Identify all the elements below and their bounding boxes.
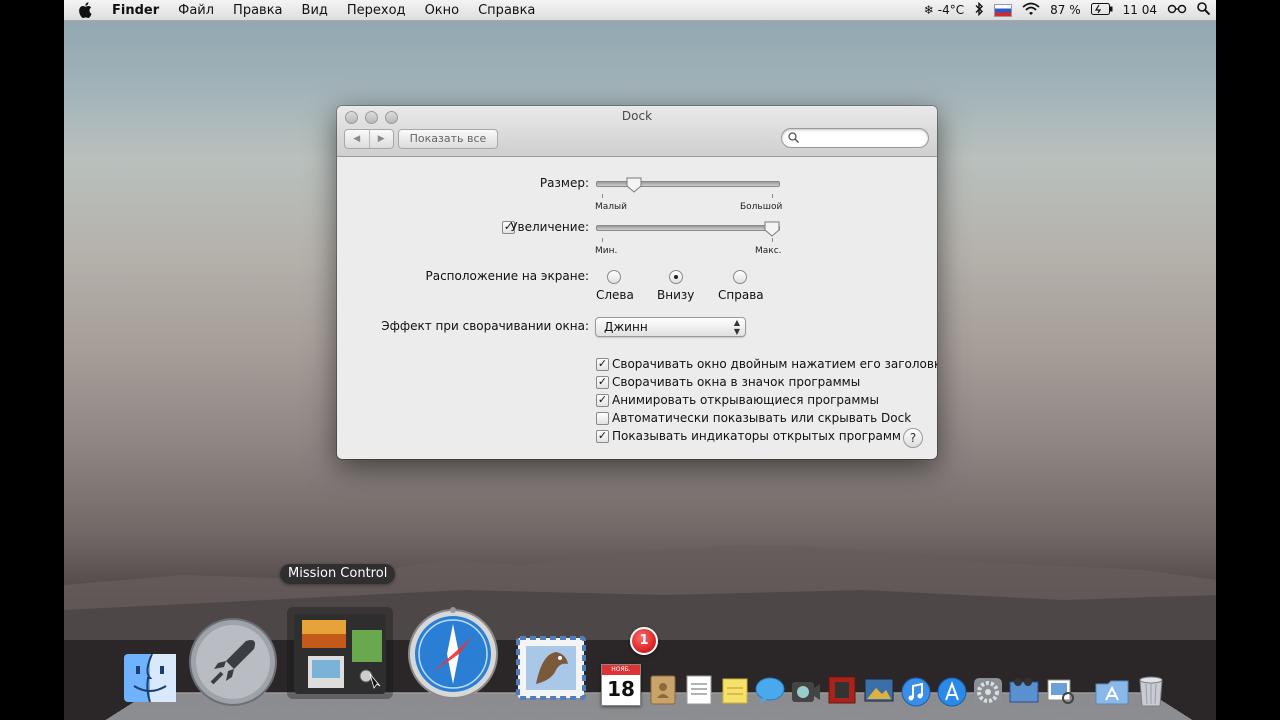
weather-status[interactable]: ❄ -4°C [924,3,964,17]
magnification-label: Увеличение: [510,220,589,234]
calendar-icon[interactable]: НОЯБ. 18 [601,664,641,706]
size-min-label: Малый [595,202,627,212]
size-tick-max [772,194,773,198]
menu-bar: Finder Файл Правка Вид Переход Окно Спра… [64,0,1216,21]
size-max-label: Большой [740,202,783,212]
imovie-icon[interactable] [1008,676,1040,706]
show-all-button[interactable]: Показать все [398,129,498,149]
updown-arrows-icon: ▲ ▼ [733,318,740,336]
search-input[interactable] [802,130,924,146]
calendar-day: 18 [607,677,635,701]
status-area: ❄ -4°C 87 % 11 04 [924,0,1211,20]
size-slider-track[interactable] [596,181,780,187]
help-button[interactable]: ? [903,428,923,448]
user-switch-icon[interactable] [1167,3,1187,18]
magnification-slider-track[interactable] [596,225,780,231]
bluetooth-icon[interactable] [974,1,984,19]
checkbox-double-click-minimize[interactable]: ✓ [596,358,609,371]
checkbox-label-animate-opening: Анимировать открывающиеся программы [612,393,879,407]
magnification-tick-max [772,238,773,242]
position-right-label: Справа [718,288,764,302]
app-store-icon[interactable] [936,676,968,708]
minimize-effect-label: Эффект при сворачивании окна: [381,319,589,333]
position-left-label: Слева [596,288,634,302]
dock-settings-pane: Размер: Малый Большой ✓ Увеличение: Мин.… [337,157,937,459]
forward-arrow-icon[interactable]: ▶ [370,130,394,148]
mission-control-icon[interactable] [294,614,386,694]
mail-unread-badge: 1 [630,627,658,655]
minimize-effect-value: Джинн [604,320,648,334]
search-icon [788,132,799,143]
trash-icon[interactable] [1136,674,1166,708]
dock-tooltip: Mission Control [280,564,396,584]
checkbox-minimize-into-icon[interactable]: ✓ [596,376,609,389]
dock-preferences-window: Dock ◀ ▶ Показать все Размер: Малый Боль… [337,106,937,459]
menu-view[interactable]: Вид [302,3,328,18]
clock[interactable]: 11 04 [1123,3,1157,17]
position-bottom-label: Внизу [657,288,695,302]
window-title: Dock [621,109,653,123]
position-left-radio[interactable] [607,270,621,284]
iphoto-icon[interactable] [862,676,896,706]
size-slider-knob[interactable] [626,177,642,193]
search-field [781,128,929,148]
menu-window[interactable]: Окно [425,3,460,18]
itunes-icon[interactable] [900,676,932,708]
photo-booth-icon[interactable] [826,674,858,706]
magnification-max-label: Макс. [755,246,782,256]
launchpad-icon[interactable] [188,617,278,707]
stickies-icon[interactable] [720,676,750,706]
checkbox-label-double-click-minimize: Сворачивать окно двойным нажатием его за… [612,357,937,371]
menu-edit[interactable]: Правка [233,3,282,18]
calendar-month: НОЯБ. [602,665,640,675]
apple-menu-icon[interactable] [78,2,96,18]
magnification-tick-min [602,238,603,242]
menu-go[interactable]: Переход [347,3,406,18]
nav-back-forward: ◀ ▶ [344,129,394,149]
window-toolbar: Dock ◀ ▶ Показать все [337,106,937,157]
battery-icon[interactable] [1090,2,1113,18]
position-bottom-radio[interactable] [669,270,683,284]
position-right-radio[interactable] [733,270,747,284]
facetime-icon[interactable] [790,678,822,706]
menu-file[interactable]: Файл [178,3,214,18]
size-tick-min [602,194,603,198]
wifi-icon[interactable] [1022,2,1040,18]
checkbox-show-indicators[interactable]: ✓ [596,430,609,443]
finder-icon[interactable] [122,652,178,704]
position-label: Расположение на экране: [425,269,589,283]
checkbox-autohide-dock[interactable] [596,412,609,425]
minimize-effect-popup[interactable]: Джинн ▲ ▼ [595,317,746,337]
preview-icon[interactable] [1044,676,1076,706]
checkbox-label-autohide-dock: Автоматически показывать или скрывать Do… [612,411,912,425]
checkbox-label-show-indicators: Показывать индикаторы открытых программ [612,429,901,443]
size-label: Размер: [539,176,589,190]
safari-icon[interactable] [405,606,501,702]
applications-folder-icon[interactable] [1094,678,1130,706]
menu-help[interactable]: Справка [478,3,535,18]
checkbox-label-minimize-into-icon: Сворачивать окна в значок программы [612,375,861,389]
desktop: Finder Файл Правка Вид Переход Окно Спра… [64,0,1216,720]
notes-icon[interactable] [684,674,714,706]
magnification-min-label: Мин. [595,246,618,256]
menu-finder[interactable]: Finder [112,3,159,18]
address-book-icon[interactable] [648,674,678,706]
battery-percent[interactable]: 87 % [1050,3,1081,17]
checkbox-animate-opening[interactable]: ✓ [596,394,609,407]
input-source-flag-icon[interactable] [994,3,1013,17]
messages-icon[interactable] [754,676,786,706]
mail-icon[interactable] [516,634,588,702]
magnification-slider-knob[interactable] [764,221,780,237]
back-arrow-icon[interactable]: ◀ [345,130,370,148]
system-preferences-icon[interactable] [972,676,1004,708]
spotlight-icon[interactable] [1197,2,1211,18]
